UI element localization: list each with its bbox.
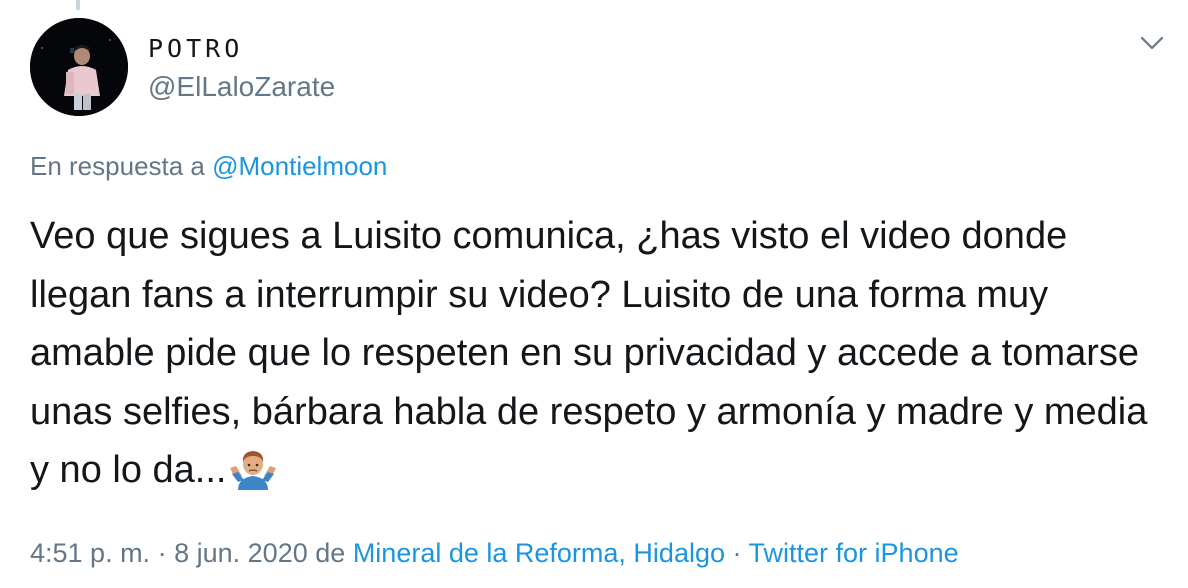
location-link[interactable]: Mineral de la Reforma, Hidalgo [353,538,725,568]
from-label: de [315,538,346,568]
tweet-date[interactable]: 8 jun. 2020 [174,538,308,568]
reply-prefix: En respuesta a [30,151,205,181]
reply-mention-link[interactable]: @Montielmoon [212,151,387,181]
thread-connector-line [76,0,80,10]
source-link[interactable]: Twitter for iPhone [749,538,959,568]
author-display-name[interactable]: POTRO [148,34,243,64]
chevron-down-icon[interactable] [1138,32,1166,54]
avatar-photo [30,18,128,116]
avatar[interactable] [30,18,128,116]
tweet-body: Veo que sigues a Luisito comunica, ¿has … [30,215,1148,491]
tweet-metadata: 4:51 p. m. · 8 jun. 2020 de Mineral de l… [30,536,959,570]
separator-dot: · [732,538,742,568]
tweet-time[interactable]: 4:51 p. m. [30,538,150,568]
man-shrugging-icon [228,446,278,490]
separator-dot: · [157,538,167,568]
author-handle[interactable]: @ElLaloZarate [148,70,335,104]
tweet-text: Veo que sigues a Luisito comunica, ¿has … [30,207,1160,500]
reply-context: En respuesta a @Montielmoon [30,150,387,182]
